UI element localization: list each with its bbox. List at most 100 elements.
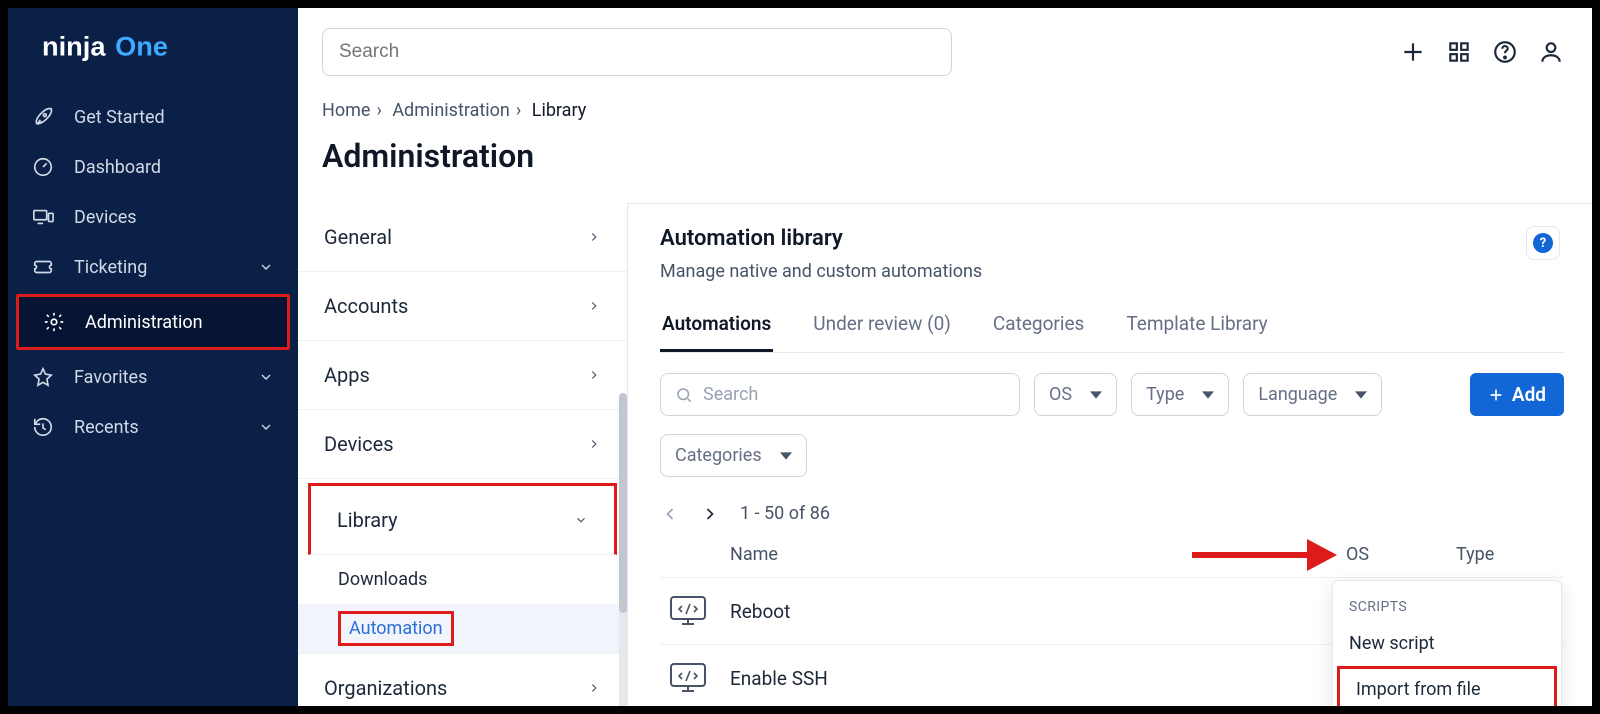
gear-icon <box>43 311 65 333</box>
chevron-right-icon <box>587 437 601 451</box>
subnav-general[interactable]: General <box>298 203 627 272</box>
filter-type[interactable]: Type <box>1131 373 1229 416</box>
pagination: 1 - 50 of 86 <box>660 503 1564 524</box>
caret-down-icon <box>1355 389 1367 401</box>
filter-os[interactable]: OS <box>1034 373 1117 416</box>
subnav-downloads[interactable]: Downloads <box>298 555 627 604</box>
devices-icon <box>32 206 54 228</box>
breadcrumb-home[interactable]: Home <box>322 100 370 121</box>
sidebar-label: Get Started <box>74 107 274 128</box>
subnav-apps[interactable]: Apps <box>298 341 627 410</box>
caret-down-icon <box>1202 389 1214 401</box>
plus-icon[interactable] <box>1400 39 1426 65</box>
sidebar-label: Ticketing <box>74 257 238 278</box>
sidebar-label: Devices <box>74 207 274 228</box>
sidebar-item-devices[interactable]: Devices <box>8 192 298 242</box>
pager-range-text: 1 - 50 of 86 <box>740 503 830 524</box>
subnav-scrollbar[interactable] <box>619 393 627 706</box>
sidebar-label: Administration <box>85 312 263 333</box>
sidebar-label: Recents <box>74 417 238 438</box>
chevron-down-icon <box>258 256 274 278</box>
section-subtitle: Manage native and custom automations <box>660 261 1564 282</box>
caret-down-icon <box>780 450 792 462</box>
add-button[interactable]: Add <box>1470 373 1564 416</box>
subnav-automation[interactable]: Automation <box>298 604 627 653</box>
filter-label: Categories <box>675 445 762 466</box>
add-button-label: Add <box>1512 383 1546 406</box>
column-os[interactable]: OS <box>1346 544 1456 565</box>
sidebar-item-ticketing[interactable]: Ticketing <box>8 242 298 292</box>
sidebar-label: Dashboard <box>74 157 274 178</box>
subnav-label: Accounts <box>324 294 408 318</box>
subnav-devices[interactable]: Devices <box>298 410 627 479</box>
chevron-down-icon <box>574 513 588 527</box>
row-name: Reboot <box>730 600 1346 623</box>
filter-categories[interactable]: Categories <box>660 434 807 477</box>
help-icon[interactable] <box>1492 39 1518 65</box>
tab-under-review[interactable]: Under review (0) <box>811 312 953 352</box>
plus-icon <box>1488 387 1504 403</box>
breadcrumb-library[interactable]: Library <box>532 100 587 121</box>
brand-text-prefix: ninja <box>42 31 106 62</box>
chevron-right-icon <box>587 299 601 313</box>
script-icon <box>668 594 708 628</box>
add-dropdown-menu: SCRIPTS New script Import from file Impo… <box>1332 580 1562 706</box>
main-area: Home› Administration› Library Administra… <box>298 8 1592 706</box>
script-icon <box>668 661 708 695</box>
brand-logo: ninja One <box>8 8 298 92</box>
prev-page-button[interactable] <box>660 504 680 524</box>
chevron-down-icon <box>258 366 274 388</box>
breadcrumb: Home› Administration› Library <box>298 100 1592 137</box>
caret-down-icon <box>1090 389 1102 401</box>
tab-categories[interactable]: Categories <box>991 312 1086 352</box>
tab-template-library[interactable]: Template Library <box>1124 312 1269 352</box>
automation-search-input[interactable]: Search <box>660 373 1020 416</box>
page-title: Administration <box>298 137 1592 203</box>
sidebar-item-favorites[interactable]: Favorites <box>8 352 298 402</box>
top-bar <box>298 8 1592 100</box>
next-page-button[interactable] <box>700 504 720 524</box>
filter-row: Search OS Type Language <box>660 373 1564 416</box>
ticket-icon <box>32 256 54 278</box>
row-name: Enable SSH <box>730 667 1346 690</box>
filter-label: Language <box>1258 384 1337 405</box>
column-name[interactable]: Name <box>668 544 1346 565</box>
dropdown-section-scripts: SCRIPTS <box>1333 591 1561 623</box>
primary-sidebar: ninja One Get Started Dashboard Devices … <box>8 8 298 706</box>
rocket-icon <box>32 106 54 128</box>
table-header: Name OS Type <box>660 544 1564 577</box>
subnav-organizations[interactable]: Organizations <box>298 653 627 706</box>
section-title: Automation library <box>660 226 1564 251</box>
breadcrumb-administration[interactable]: Administration <box>392 100 510 121</box>
sidebar-item-dashboard[interactable]: Dashboard <box>8 142 298 192</box>
filter-label: Type <box>1146 384 1184 405</box>
subnav-accounts[interactable]: Accounts <box>298 272 627 341</box>
sidebar-item-recents[interactable]: Recents <box>8 402 298 452</box>
sidebar-item-administration[interactable]: Administration <box>16 294 290 350</box>
library-tabs: Automations Under review (0) Categories … <box>660 312 1564 353</box>
context-help-button[interactable]: ? <box>1526 226 1560 260</box>
subnav-label: Automation <box>338 611 454 646</box>
dd-new-script[interactable]: New script <box>1333 623 1561 664</box>
filter-language[interactable]: Language <box>1243 373 1382 416</box>
subnav-label: Organizations <box>324 676 447 700</box>
chevron-right-icon <box>587 230 601 244</box>
global-search-input[interactable] <box>322 28 952 76</box>
apps-grid-icon[interactable] <box>1446 39 1472 65</box>
column-type[interactable]: Type <box>1456 544 1556 565</box>
content-panel: Automation library Manage native and cus… <box>628 203 1592 706</box>
subnav-library[interactable]: Library <box>308 483 617 555</box>
user-icon[interactable] <box>1538 39 1564 65</box>
tab-automations[interactable]: Automations <box>660 312 773 352</box>
gauge-icon <box>32 156 54 178</box>
filter-label: OS <box>1049 384 1072 405</box>
sidebar-label: Favorites <box>74 367 238 388</box>
chevron-right-icon <box>587 681 601 695</box>
chevron-down-icon <box>258 416 274 438</box>
subnav-label: General <box>324 225 392 249</box>
dd-import-from-file[interactable]: Import from file <box>1340 669 1554 706</box>
subnav-label: Devices <box>324 432 394 456</box>
sidebar-item-get-started[interactable]: Get Started <box>8 92 298 142</box>
star-icon <box>32 366 54 388</box>
subnav-label: Library <box>337 508 398 532</box>
